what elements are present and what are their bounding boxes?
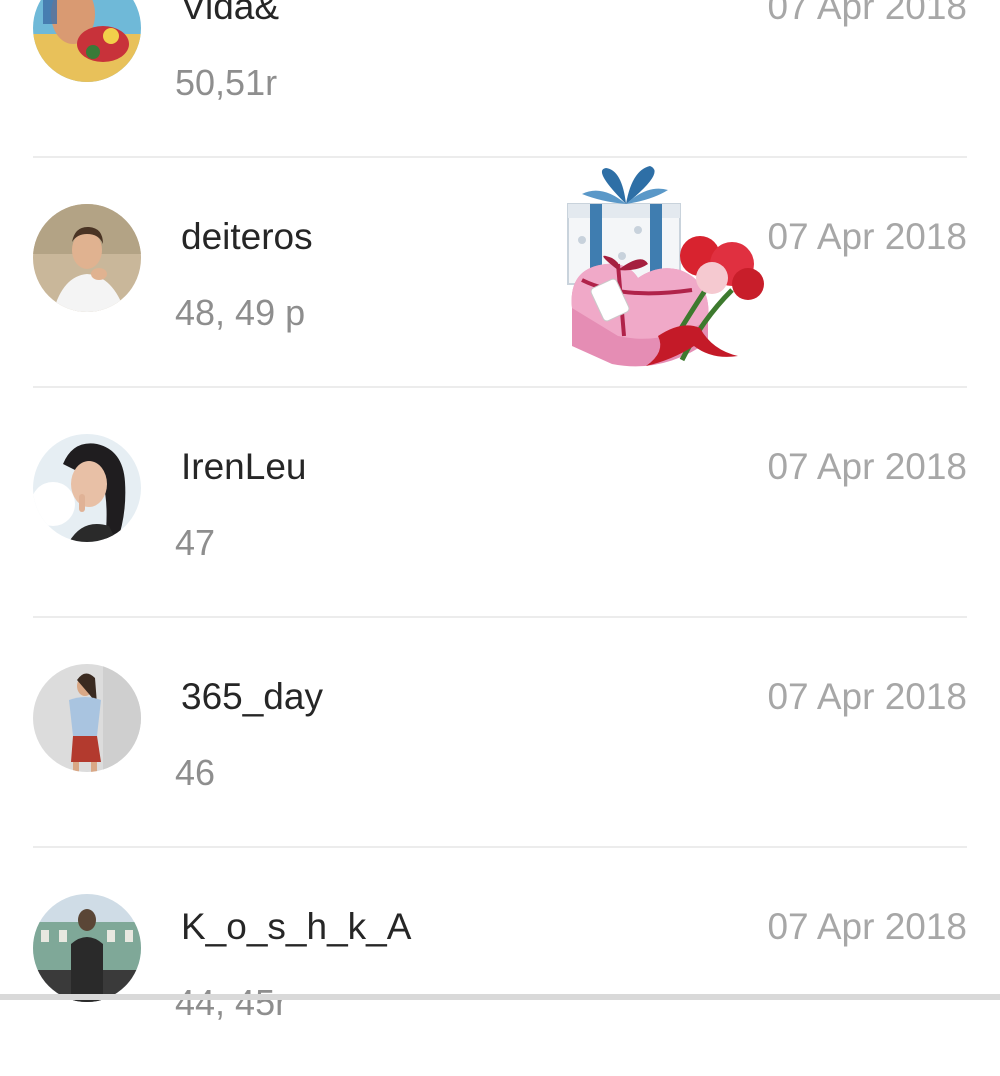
gift-boxes-flowers-icon (562, 160, 767, 378)
man-avatar-icon[interactable] (33, 204, 141, 312)
city-avatar-icon[interactable] (33, 894, 141, 1002)
bottom-scroll-edge (0, 994, 1000, 1000)
contact-subtitle: 50,51r (175, 62, 278, 103)
contact-name: K_o_s_h_k_A (181, 906, 412, 947)
painting-avatar-icon[interactable] (33, 0, 141, 82)
list-item[interactable]: K_o_s_h_k_A 44, 45r 07 Apr 2018 (33, 848, 967, 1076)
contact-name: IrenLeu (181, 446, 307, 487)
contact-date: 07 Apr 2018 (767, 676, 967, 717)
woman-standing-avatar-icon[interactable] (33, 664, 141, 772)
list-item[interactable]: IrenLeu 47 07 Apr 2018 (33, 388, 967, 618)
contact-subtitle: 44, 45r (175, 982, 288, 1023)
contact-subtitle: 46 (175, 752, 216, 793)
list-item[interactable]: Vida& 50,51r 07 Apr 2018 (33, 0, 967, 158)
list-item[interactable]: deiteros 48, 49 p 07 Apr 2018 (33, 158, 967, 388)
contact-list: Vida& 50,51r 07 Apr 2018 deiteros 48, 49… (0, 0, 1000, 1076)
woman-avatar-icon[interactable] (33, 434, 141, 542)
contact-date: 07 Apr 2018 (767, 216, 967, 257)
contact-name: deiteros (181, 216, 313, 257)
contact-date: 07 Apr 2018 (767, 906, 967, 947)
contact-subtitle: 48, 49 p (175, 292, 306, 333)
contact-date: 07 Apr 2018 (767, 446, 967, 487)
contact-name: Vida& (181, 0, 280, 27)
contact-subtitle: 47 (175, 522, 216, 563)
list-item[interactable]: 365_day 46 07 Apr 2018 (33, 618, 967, 848)
contact-date: 07 Apr 2018 (767, 0, 967, 27)
contact-name: 365_day (181, 676, 323, 717)
